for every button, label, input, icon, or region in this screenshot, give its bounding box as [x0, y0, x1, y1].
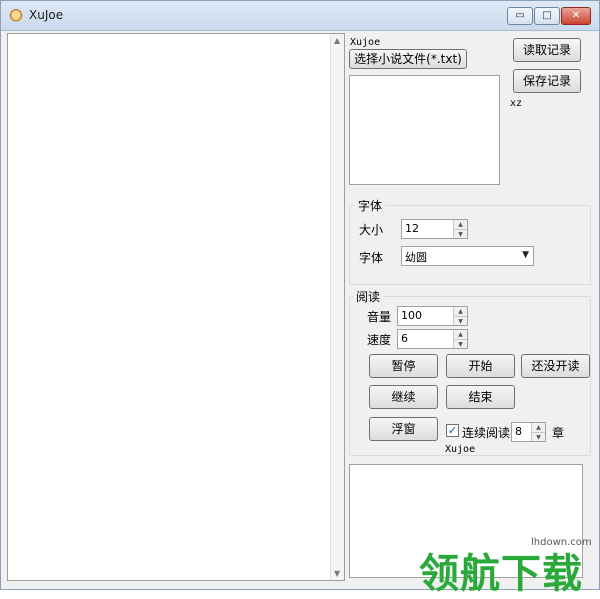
speed-label: 速度 — [367, 333, 392, 347]
record-listbox[interactable] — [349, 75, 500, 185]
continuous-read-label: 连续阅读 — [462, 426, 511, 440]
maximize-button[interactable]: □ — [534, 7, 560, 25]
chapter-unit-label: 章 — [552, 426, 565, 440]
decrement-arrow-icon[interactable]: ▼ — [454, 316, 467, 325]
increment-arrow-icon[interactable]: ▲ — [454, 307, 467, 316]
vertical-scrollbar[interactable]: ▲ ▼ — [330, 34, 344, 580]
watermark-logo: 领航下载 — [419, 551, 583, 597]
font-family-select[interactable]: 幼圆 ▼ — [401, 246, 534, 266]
continue-button[interactable]: 继续 — [369, 385, 438, 409]
chapter-count-value: 8 — [515, 425, 522, 438]
chevron-down-icon[interactable]: ▼ — [522, 250, 529, 260]
font-group-title: 字体 — [355, 197, 386, 214]
decrement-arrow-icon[interactable]: ▼ — [454, 229, 467, 238]
volume-value: 100 — [401, 309, 422, 322]
volume-label: 音量 — [367, 310, 392, 324]
xz-label: xz — [510, 98, 523, 109]
top-author-label: Xujoe — [350, 37, 381, 48]
font-size-stepper[interactable]: 12 ▲ ▼ — [401, 219, 468, 239]
start-button[interactable]: 开始 — [446, 354, 515, 378]
float-window-button[interactable]: 浮窗 — [369, 417, 438, 441]
increment-arrow-icon[interactable]: ▲ — [532, 423, 545, 432]
app-icon — [9, 9, 23, 23]
scroll-down-arrow-icon[interactable]: ▼ — [334, 569, 340, 578]
select-file-button[interactable]: 选择小说文件(*.txt) — [349, 49, 467, 69]
increment-arrow-icon[interactable]: ▲ — [454, 220, 467, 229]
font-size-value: 12 — [405, 222, 419, 235]
reading-group-title: 阅读 — [353, 288, 384, 305]
speed-value: 6 — [401, 332, 408, 345]
unopened-button[interactable]: 还没开读 — [521, 354, 590, 378]
chapter-count-stepper[interactable]: 8 ▲ ▼ — [511, 422, 546, 442]
decrement-arrow-icon[interactable]: ▼ — [454, 339, 467, 348]
scroll-up-arrow-icon[interactable]: ▲ — [334, 36, 340, 45]
decrement-arrow-icon[interactable]: ▼ — [532, 432, 545, 441]
continuous-read-checkbox[interactable]: ✓ — [446, 424, 459, 437]
increment-arrow-icon[interactable]: ▲ — [454, 330, 467, 339]
author-label: Xujoe — [445, 444, 476, 455]
font-family-label: 字体 — [359, 251, 384, 265]
pause-button[interactable]: 暂停 — [369, 354, 438, 378]
font-group — [349, 205, 591, 285]
minimize-button[interactable]: ▭ — [507, 7, 533, 25]
read-record-button[interactable]: 读取记录 — [513, 38, 581, 62]
title-bar: XuJoe ▭ □ ✕ — [1, 1, 599, 31]
font-size-label: 大小 — [359, 223, 384, 237]
main-window: XuJoe ▭ □ ✕ ▲ ▼ Xujoe 选择小说文件(*.txt) 读取记录… — [0, 0, 600, 597]
speed-stepper[interactable]: 6 ▲ ▼ — [397, 329, 468, 349]
close-button[interactable]: ✕ — [561, 7, 591, 25]
window-title: XuJoe — [29, 8, 64, 22]
save-record-button[interactable]: 保存记录 — [513, 69, 581, 93]
volume-stepper[interactable]: 100 ▲ ▼ — [397, 306, 468, 326]
end-button[interactable]: 结束 — [446, 385, 515, 409]
font-family-value: 幼圆 — [405, 251, 427, 264]
novel-text-area[interactable]: ▲ ▼ — [7, 33, 345, 581]
